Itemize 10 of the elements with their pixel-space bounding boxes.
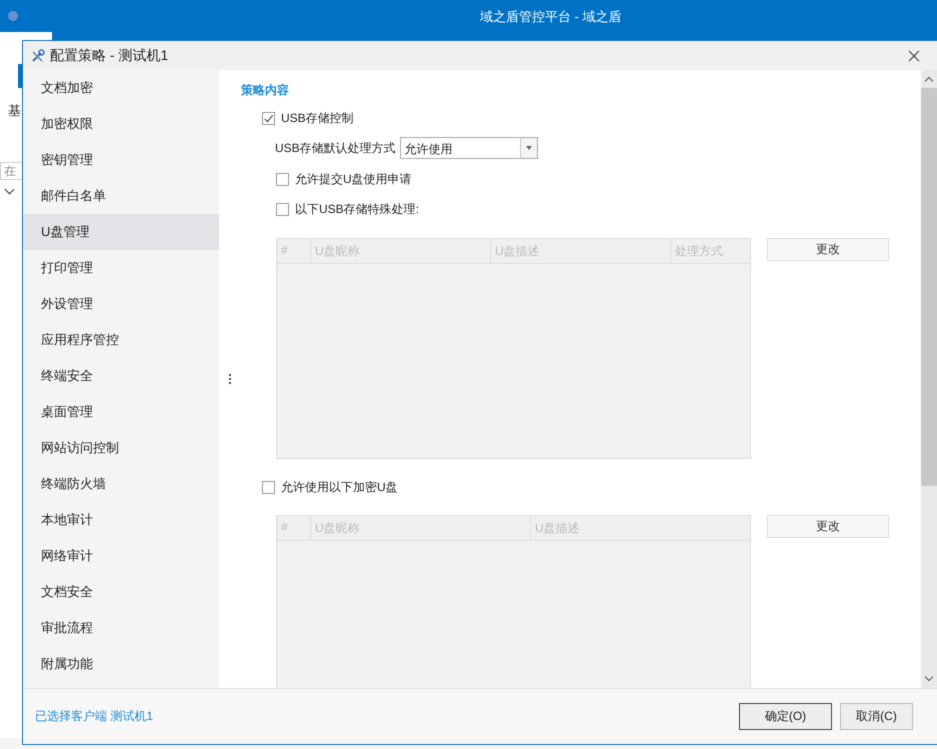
checkbox-label: 允许使用以下加密U盘 — [281, 478, 398, 496]
checkbox-label: USB存储控制 — [281, 110, 354, 126]
side-label: 基 — [7, 102, 22, 120]
section-title: 策略内容 — [241, 82, 290, 99]
checkbox-label: 以下USB存储特殊处理: — [295, 200, 420, 218]
selected-client-text: 已选择客户端 测试机1 — [35, 708, 154, 725]
window-title: 域之盾管控平台 - 域之盾 — [480, 8, 622, 26]
dialog-title: 配置策略 - 测试机1 — [50, 46, 170, 64]
field-label: USB存储默认处理方式 — [275, 140, 396, 156]
checkbox-label: 允许提交U盘使用申请 — [295, 170, 412, 188]
